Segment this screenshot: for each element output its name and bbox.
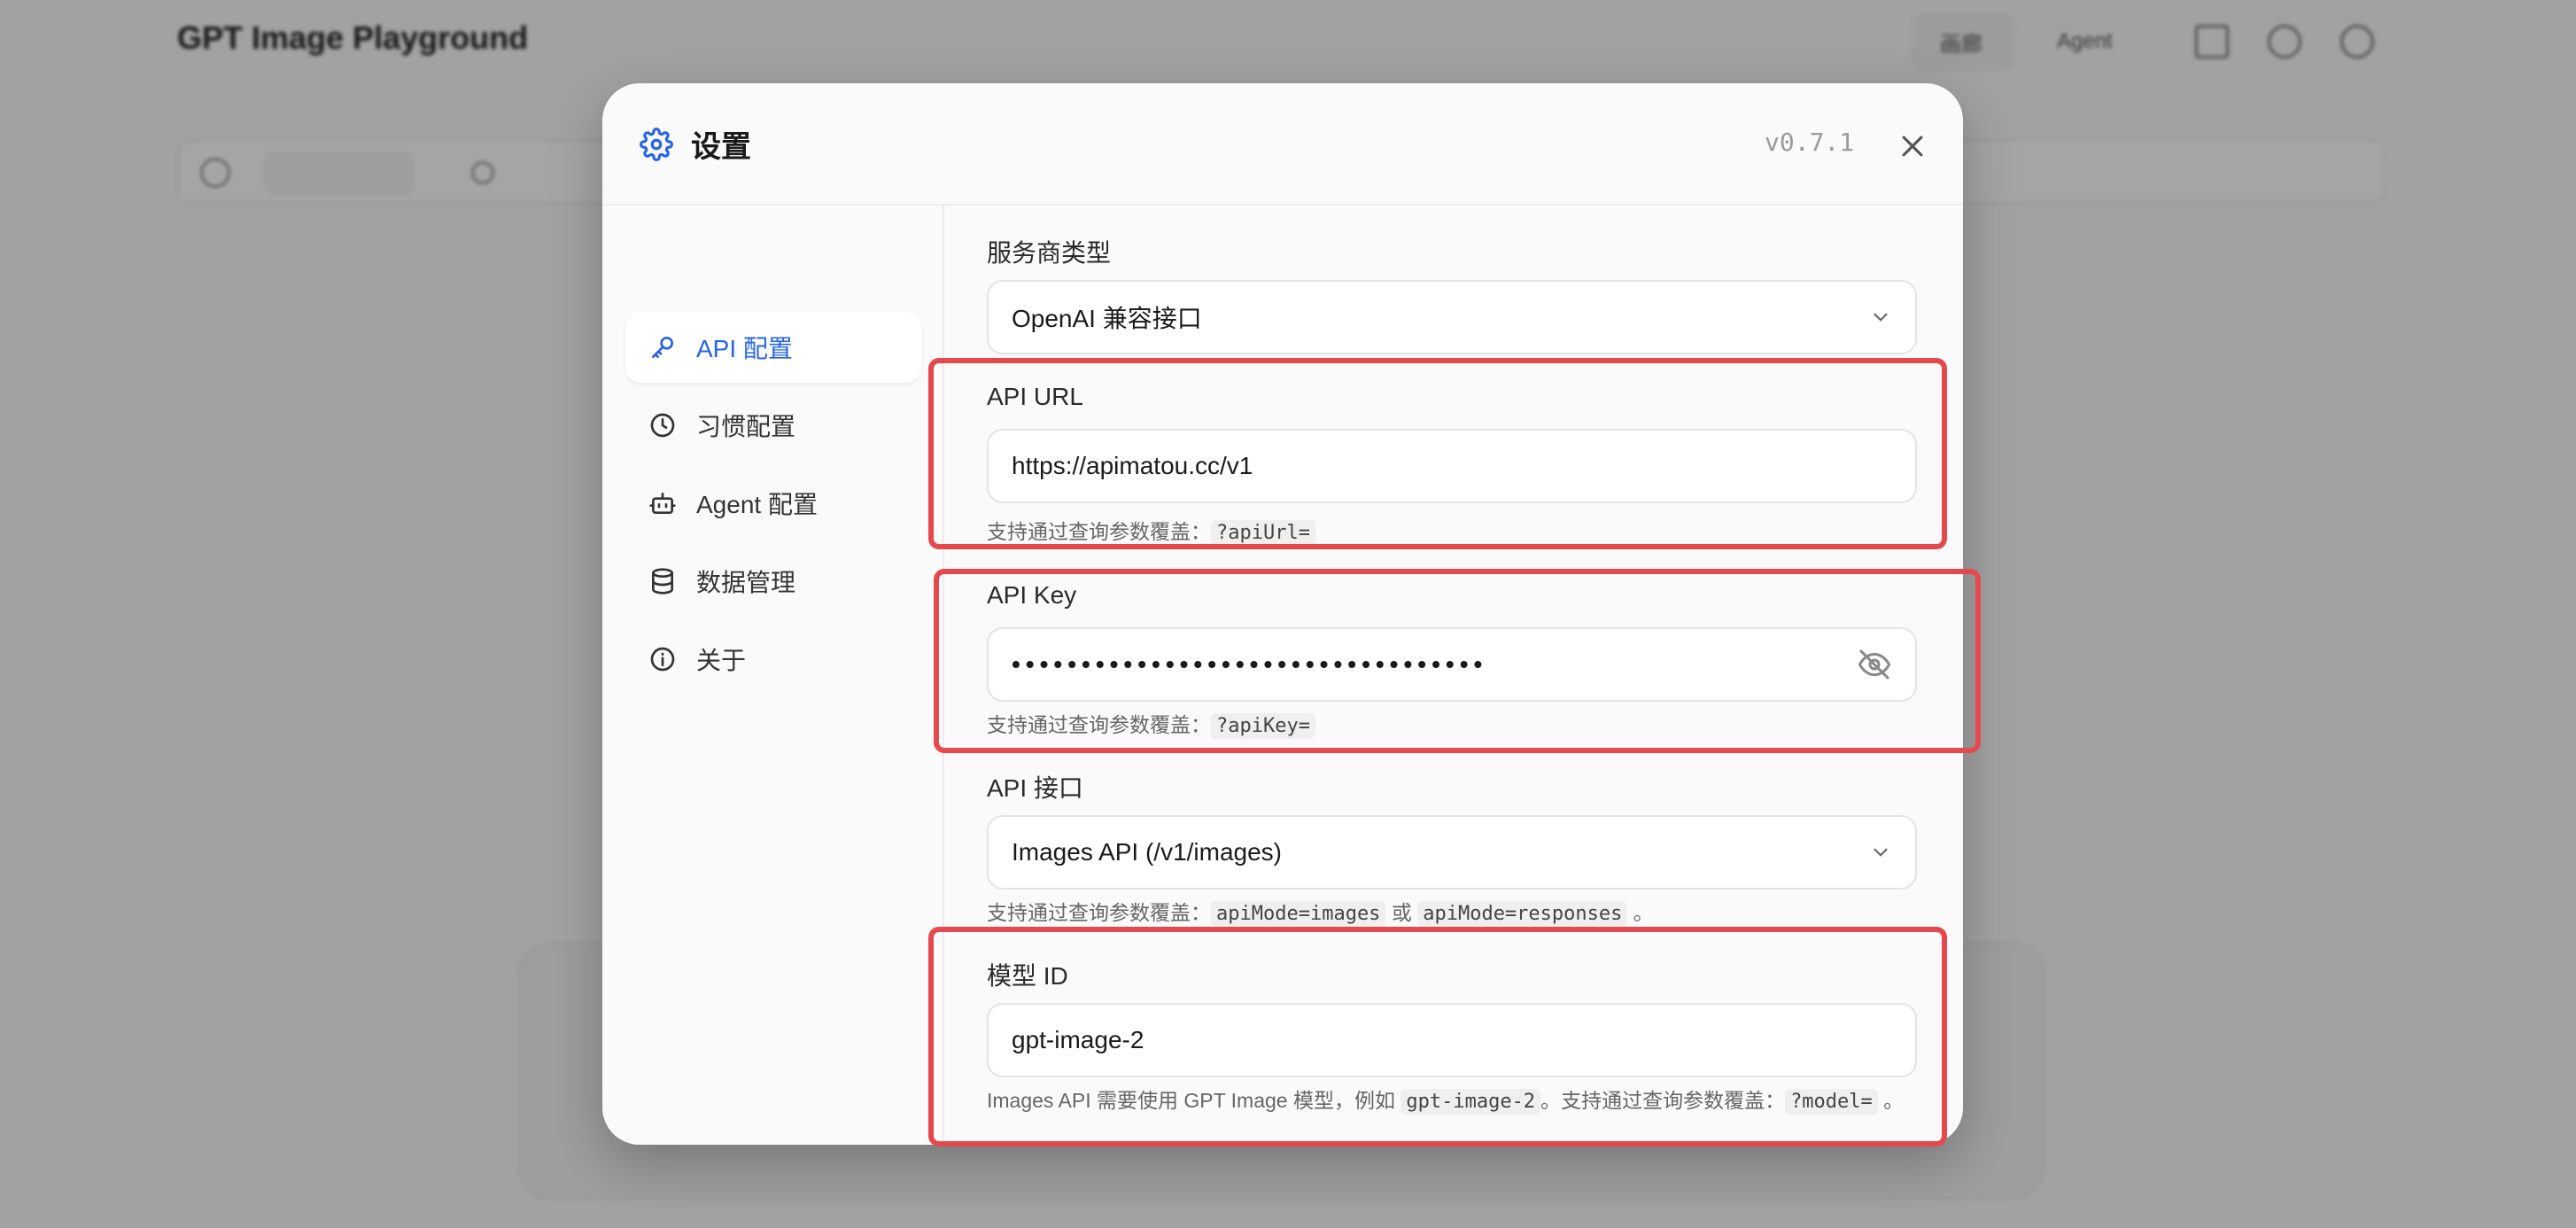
key-icon: [652, 337, 673, 358]
api-url-param: ?apiUrl=: [1211, 520, 1315, 546]
eye-off-icon[interactable]: [1857, 647, 1892, 682]
modal-header: 设置 v0.7.1: [602, 83, 1963, 206]
provider-label: 服务商类型: [987, 239, 1112, 267]
api-key-param: ?apiKey=: [1211, 713, 1315, 739]
version-label: v0.7.1: [1765, 128, 1855, 157]
sidebar-item-label: 习惯配置: [696, 413, 796, 440]
api-mode-value: Images API (/v1/images): [1012, 838, 1283, 866]
api-url-input[interactable]: https://apimatou.cc/v1: [987, 429, 1917, 503]
sidebar-item-habits[interactable]: 习惯配置: [625, 390, 921, 461]
api-url-label: API URL: [987, 383, 1083, 410]
api-key-value: ••••••••••••••••••••••••••••••••••: [1012, 650, 1488, 678]
gear-icon: [640, 128, 673, 161]
info-icon: [650, 647, 675, 672]
api-url-value: https://apimatou.cc/v1: [1012, 452, 1253, 479]
bot-icon: [649, 493, 676, 514]
settings-modal: 设置 v0.7.1 API 配置 习惯配置 Agent 配置 数据管理 关于 服…: [602, 83, 1963, 1145]
sidebar-item-label: 数据管理: [696, 569, 796, 596]
model-id-label: 模型 ID: [987, 962, 1068, 990]
api-mode-label: API 接口: [987, 774, 1083, 802]
sidebar-item-about[interactable]: 关于: [625, 624, 921, 695]
model-id-value: gpt-image-2: [1012, 1026, 1144, 1053]
provider-select[interactable]: OpenAI 兼容接口: [987, 280, 1917, 354]
sidebar-item-label: API 配置: [696, 335, 793, 362]
model-id-input[interactable]: gpt-image-2: [987, 1003, 1917, 1077]
api-mode-select[interactable]: Images API (/v1/images): [987, 815, 1917, 890]
api-url-hint: 支持通过查询参数覆盖： ?apiUrl=: [987, 517, 1926, 548]
modal-title: 设置: [691, 130, 751, 164]
sidebar-item-label: Agent 配置: [696, 491, 818, 518]
sidebar-item-api-config[interactable]: API 配置: [625, 312, 921, 383]
close-icon[interactable]: [1897, 131, 1928, 161]
sidebar-item-agent[interactable]: Agent 配置: [625, 468, 921, 539]
api-key-hint: 支持通过查询参数覆盖： ?apiKey=: [987, 711, 1926, 741]
clock-icon: [650, 413, 675, 438]
database-icon: [652, 568, 673, 595]
api-key-input[interactable]: ••••••••••••••••••••••••••••••••••: [987, 627, 1917, 702]
model-param: ?model=: [1785, 1089, 1878, 1115]
provider-value: OpenAI 兼容接口: [1012, 305, 1202, 332]
sidebar-item-label: 关于: [696, 647, 747, 674]
model-id-hint: Images API 需要使用 GPT Image 模型，例如 gpt-imag…: [987, 1089, 1905, 1115]
model-example: gpt-image-2: [1401, 1089, 1541, 1115]
sidebar-item-data[interactable]: 数据管理: [625, 546, 921, 617]
api-mode-hint: 支持通过查询参数覆盖： apiMode=images 或 apiMode=resp…: [987, 901, 1654, 927]
settings-sidebar: API 配置 习惯配置 Agent 配置 数据管理 关于: [602, 206, 944, 1145]
chevron-down-icon: [1874, 848, 1888, 857]
api-mode-param-images: apiMode=images: [1211, 901, 1386, 927]
chevron-down-icon: [1874, 313, 1888, 322]
api-key-label: API Key: [987, 581, 1077, 609]
api-mode-param-responses: apiMode=responses: [1417, 901, 1628, 927]
